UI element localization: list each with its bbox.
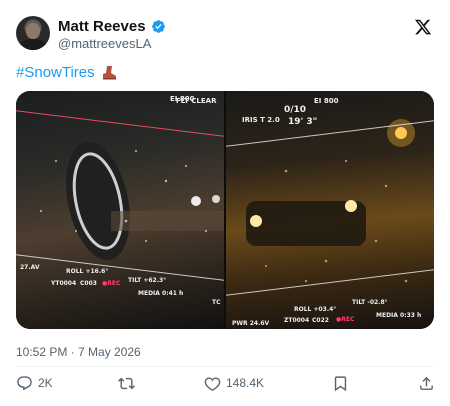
rec-indicator-right: ●REC: [336, 316, 355, 323]
clip-a-readout: YT0004: [51, 280, 77, 287]
ei-readout-right: EI 800: [314, 97, 339, 105]
rec-indicator: ●REC: [102, 280, 121, 287]
reply-button[interactable]: 2K: [16, 375, 53, 392]
tilt-readout-right: TILT -02.8°: [352, 299, 388, 306]
pwr-readout: PWR 24.6V: [232, 320, 270, 327]
frame-guide-right: [226, 120, 434, 296]
reply-icon: [17, 375, 32, 390]
action-bar: 2K 148.4K: [16, 373, 434, 393]
heart-icon: [204, 376, 221, 391]
clip-a-readout-right: ZT0004: [284, 317, 310, 324]
tweet-timestamp[interactable]: 10:52 PM · 7 May 2026: [16, 345, 141, 359]
repost-button[interactable]: [118, 375, 140, 392]
avatar-face: [26, 23, 40, 39]
media-image-left[interactable]: EI 800 FLT CLEAR 27.AV ROLL +16.6° TILT …: [16, 91, 224, 329]
share-icon: [420, 376, 433, 390]
focus-readout: 19' 3": [288, 117, 318, 127]
frame-guide-left: [16, 110, 224, 281]
tilt-readout: TILT +62.3°: [128, 277, 167, 284]
avatar[interactable]: [16, 16, 50, 50]
author-name[interactable]: Matt Reeves: [58, 18, 146, 35]
flt-readout: FLT CLEAR: [176, 97, 217, 105]
x-logo-icon[interactable]: [414, 18, 432, 36]
like-button[interactable]: 148.4K: [204, 375, 264, 392]
reply-count: 2K: [38, 376, 53, 390]
tweet-text: #SnowTires: [16, 64, 117, 81]
like-count: 148.4K: [226, 376, 265, 390]
bookmark-button[interactable]: [332, 375, 349, 392]
roll-readout-right: ROLL +03.4°: [294, 306, 337, 313]
repost-icon: [118, 377, 135, 389]
avatar-shoulder: [19, 39, 47, 50]
author-handle[interactable]: @mattreevesLA: [58, 36, 151, 51]
media-readout-right: MEDIA 0:33 h: [376, 312, 422, 319]
iris-readout: IRIS T 2.0: [242, 116, 280, 124]
boot-icon: [102, 65, 116, 79]
media-image-right[interactable]: IRIS T 2.0 0/10 19' 3" EI 800 PWR 24.6V …: [226, 91, 434, 329]
media-readout: MEDIA 0:41 h: [138, 290, 184, 297]
verified-badge-icon: [151, 20, 165, 33]
media-grid[interactable]: EI 800 FLT CLEAR 27.AV ROLL +16.6° TILT …: [16, 91, 434, 329]
author-name-row: Matt Reeves: [58, 18, 166, 35]
divider: [16, 366, 434, 367]
clip-b-readout-right: C022: [312, 317, 329, 324]
hashtag-link[interactable]: #SnowTires: [16, 64, 95, 81]
clip-b-readout: C003: [80, 280, 97, 287]
tc-readout: TC: [212, 299, 221, 306]
share-button[interactable]: [418, 375, 435, 392]
bookmark-icon: [334, 375, 347, 391]
fps-readout: 27.AV: [20, 264, 40, 271]
shutter-readout: 0/10: [284, 105, 307, 115]
roll-readout: ROLL +16.6°: [66, 268, 109, 275]
